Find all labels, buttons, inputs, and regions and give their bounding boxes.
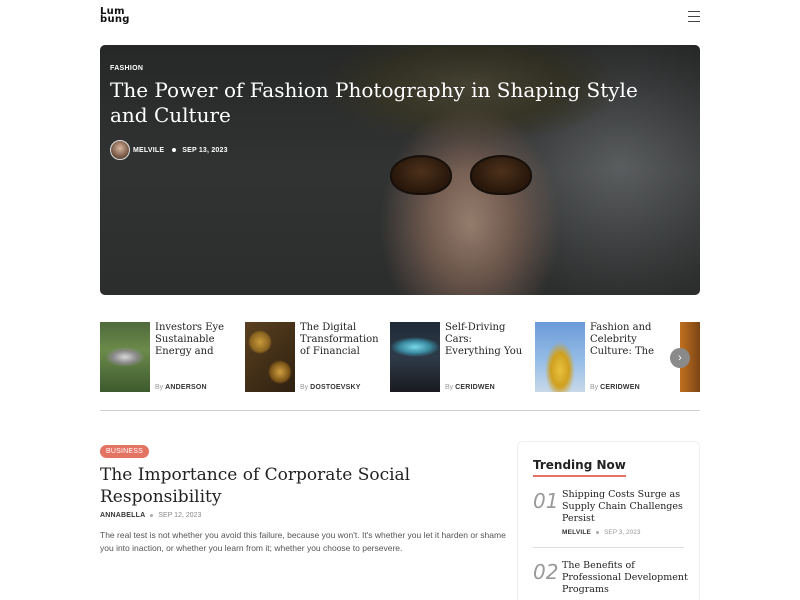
site-logo[interactable]: Lum bung: [100, 7, 130, 25]
section-divider: [100, 410, 700, 411]
article-author[interactable]: ANNABELLA: [100, 512, 145, 519]
trending-meta: MELVILE SEP 3, 2023: [562, 529, 640, 536]
carousel-card[interactable]: Investors Eye Sustainable Energy and By …: [100, 322, 240, 394]
hero-featured-post[interactable]: FASHION The Power of Fashion Photography…: [100, 45, 700, 295]
trending-item[interactable]: 02 The Benefits of Professional Developm…: [533, 560, 688, 600]
card-title[interactable]: The Digital Transformation of Financial: [300, 322, 385, 358]
card-title[interactable]: Investors Eye Sustainable Energy and: [155, 322, 240, 358]
card-title[interactable]: Self-Driving Cars: Everything You Need t…: [445, 322, 530, 358]
hero-title[interactable]: The Power of Fashion Photography in Shap…: [110, 78, 670, 128]
meta-separator: [172, 148, 177, 152]
trending-title[interactable]: Shipping Costs Surge as Supply Chain Cha…: [562, 489, 692, 525]
category-badge[interactable]: BUSINESS: [100, 445, 149, 458]
card-byline: By ANDERSON: [155, 384, 207, 391]
site-header: Lum bung: [100, 7, 700, 30]
article-excerpt: The real test is not whether you avoid t…: [100, 530, 506, 553]
carousel-card[interactable]: Fashion and Celebrity Culture: The By CE…: [535, 322, 675, 394]
author-avatar[interactable]: [110, 140, 130, 160]
card-author[interactable]: CERIDWEN: [600, 384, 640, 391]
trending-widget: Trending Now 01 Shipping Costs Surge as …: [517, 441, 700, 600]
card-author[interactable]: CERIDWEN: [455, 384, 495, 391]
hero-author[interactable]: MELVILE: [133, 147, 164, 154]
card-thumbnail[interactable]: [245, 322, 295, 392]
card-title[interactable]: Fashion and Celebrity Culture: The: [590, 322, 675, 358]
meta-separator: [596, 531, 600, 534]
article-preview: BUSINESS The Importance of Corporate Soc…: [100, 440, 510, 555]
hamburger-icon[interactable]: [688, 11, 700, 22]
carousel-card[interactable]: Self-Driving Cars: Everything You Need t…: [390, 322, 530, 394]
trending-heading: Trending Now: [533, 458, 626, 477]
article-meta: ANNABELLA SEP 12, 2023: [100, 512, 510, 519]
trending-item[interactable]: 01 Shipping Costs Surge as Supply Chain …: [533, 489, 684, 547]
card-author[interactable]: DOSTOEVSKY: [310, 384, 361, 391]
hero-meta: MELVILE SEP 13, 2023: [110, 140, 670, 160]
meta-separator: [150, 514, 154, 517]
hero-category[interactable]: FASHION: [110, 65, 670, 72]
trending-divider: [533, 547, 684, 548]
card-author[interactable]: ANDERSON: [165, 384, 207, 391]
trending-date: SEP 3, 2023: [604, 529, 641, 536]
carousel-next-button[interactable]: ›: [670, 348, 690, 368]
card-thumbnail[interactable]: [535, 322, 585, 392]
article-date: SEP 12, 2023: [158, 512, 202, 519]
hero-date: SEP 13, 2023: [182, 146, 228, 154]
trending-number: 01: [533, 489, 559, 513]
card-thumbnail[interactable]: [390, 322, 440, 392]
logo-line-2: bung: [100, 14, 130, 25]
article-title[interactable]: The Importance of Corporate Social Respo…: [100, 464, 510, 508]
card-byline: By CERIDWEN: [445, 384, 495, 391]
card-thumbnail[interactable]: [100, 322, 150, 392]
card-byline: By DOSTOEVSKY: [300, 384, 361, 391]
card-byline: By CERIDWEN: [590, 384, 640, 391]
trending-title[interactable]: The Benefits of Professional Development…: [562, 560, 692, 596]
hero-content: FASHION The Power of Fashion Photography…: [110, 65, 670, 160]
chevron-right-icon: ›: [678, 352, 682, 364]
trending-author[interactable]: MELVILE: [562, 529, 591, 536]
carousel-card[interactable]: The Digital Transformation of Financial …: [245, 322, 385, 394]
post-carousel: Investors Eye Sustainable Energy and By …: [100, 322, 700, 394]
trending-number: 02: [533, 560, 559, 584]
